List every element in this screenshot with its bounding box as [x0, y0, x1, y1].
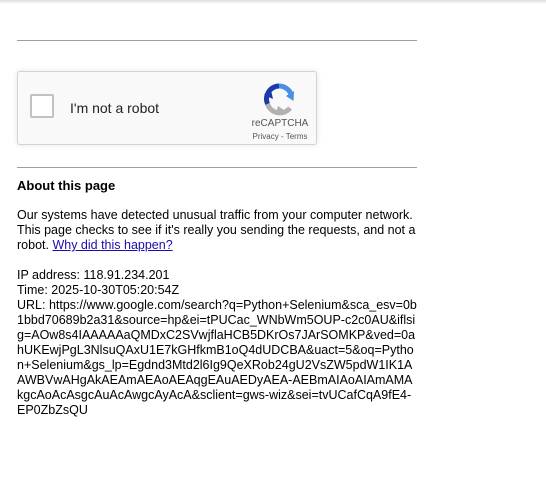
privacy-terms: Privacy - Terms [242, 132, 318, 141]
middle-divider [17, 167, 417, 168]
privacy-link[interactable]: Privacy [253, 132, 279, 141]
top-divider [17, 40, 417, 41]
top-shadow [0, 0, 546, 4]
not-a-robot-checkbox[interactable] [30, 94, 54, 118]
request-details: IP address: 118.91.234.201 Time: 2025-10… [17, 268, 417, 418]
checkbox-label: I'm not a robot [70, 100, 160, 116]
time: Time: 2025-10-30T05:20:54Z [17, 283, 180, 297]
about-message: Our systems have detected unusual traffi… [17, 208, 417, 253]
recaptcha-widget: I'm not a robot reCAPTCHA Privacy - Term… [17, 71, 317, 145]
recaptcha-logo-icon [264, 83, 294, 116]
privacy-terms-separator: - [278, 132, 286, 141]
why-did-this-happen-link[interactable]: Why did this happen? [52, 238, 172, 252]
recaptcha-brand: reCAPTCHA [251, 118, 309, 129]
request-url: URL: https://www.google.com/search?q=Pyt… [17, 298, 417, 417]
ip-address: IP address: 118.91.234.201 [17, 268, 170, 282]
terms-link[interactable]: Terms [286, 132, 308, 141]
about-title: About this page [17, 178, 116, 193]
